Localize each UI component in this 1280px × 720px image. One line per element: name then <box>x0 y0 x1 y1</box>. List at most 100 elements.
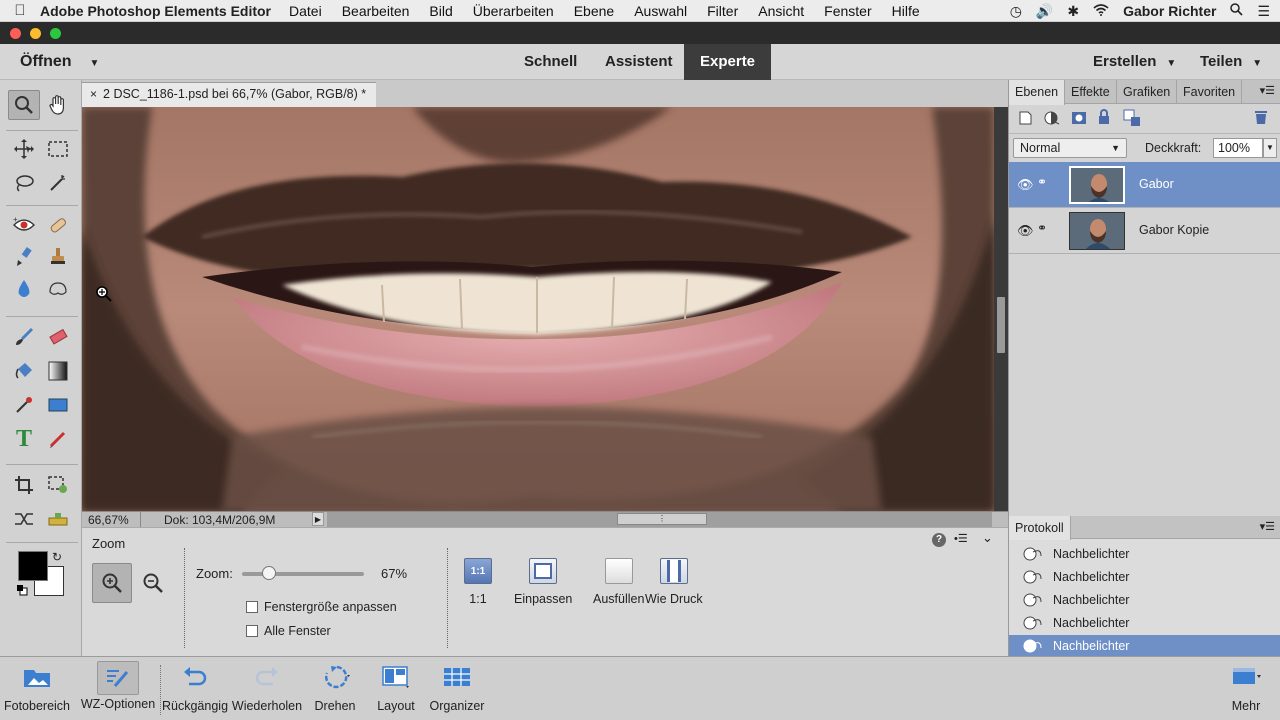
redo-button[interactable]: Wiederholen <box>230 657 304 720</box>
status-menu-arrow-icon[interactable]: ▶ <box>312 512 324 526</box>
opacity-input[interactable]: 100% <box>1213 138 1263 158</box>
hand-tool[interactable] <box>42 90 74 120</box>
layer-name[interactable]: Gabor Kopie <box>1139 223 1209 237</box>
fit-screen-button[interactable]: Einpassen <box>514 558 572 606</box>
notification-center-icon[interactable]: ☰ <box>1257 3 1270 20</box>
all-windows-checkbox[interactable]: Alle Fenster <box>246 624 331 638</box>
help-icon[interactable]: ? <box>932 533 946 547</box>
visibility-eye-icon[interactable]: 👁 <box>1017 177 1034 193</box>
shape-tool[interactable] <box>42 390 74 420</box>
minimize-window-button[interactable] <box>30 28 41 39</box>
layer-row-gabor-kopie[interactable]: 👁 ⚭ Gabor Kopie <box>1009 208 1280 254</box>
eraser-tool[interactable] <box>42 322 74 352</box>
vertical-scroll-thumb[interactable] <box>997 297 1005 353</box>
tab-schnell[interactable]: Schnell <box>508 44 593 80</box>
fit-window-checkbox[interactable]: Fenstergröße anpassen <box>246 600 397 614</box>
menu-bild[interactable]: Bild <box>429 3 452 19</box>
link-icon[interactable]: ⚭ <box>1037 221 1047 235</box>
default-colors-icon[interactable] <box>16 584 28 596</box>
tool-options-button[interactable]: WZ-Optionen <box>76 657 160 720</box>
fit-window-checkbox-box[interactable] <box>246 601 258 613</box>
zoom-window-button[interactable] <box>50 28 61 39</box>
zoom-slider-knob[interactable] <box>261 566 276 580</box>
lock-transparent-icon[interactable] <box>1097 109 1111 128</box>
link-icon[interactable]: ⚭ <box>1037 175 1047 189</box>
tab-protokoll[interactable]: Protokoll <box>1009 516 1071 540</box>
layer-name[interactable]: Gabor <box>1139 177 1174 191</box>
all-windows-checkbox-box[interactable] <box>246 625 258 637</box>
options-menu-icon[interactable]: •☰ <box>954 532 968 545</box>
menu-ansicht[interactable]: Ansicht <box>758 3 804 19</box>
collapse-options-icon[interactable]: ⌄ <box>982 530 993 546</box>
content-aware-move-tool[interactable] <box>8 504 40 534</box>
clone-stamp-tool[interactable] <box>42 242 74 272</box>
volume-icon[interactable]: 🔊 <box>1036 3 1053 20</box>
document-tab[interactable]: × 2 DSC_1186-1.psd bei 66,7% (Gabor, RGB/… <box>82 82 376 107</box>
pencil-tool[interactable] <box>42 424 74 454</box>
visibility-eye-icon[interactable]: 👁 <box>1017 223 1034 239</box>
tab-favoriten[interactable]: Favoriten <box>1177 80 1243 104</box>
zoom-out-mode-button[interactable] <box>136 566 170 600</box>
zoom-in-mode-button[interactable] <box>92 563 132 603</box>
menu-filter[interactable]: Filter <box>707 3 738 19</box>
move-tool[interactable] <box>8 134 40 164</box>
panel-menu-icon[interactable]: ▾☰ <box>1260 84 1275 97</box>
undo-button[interactable]: Rückgängig <box>162 657 228 720</box>
delete-layer-icon[interactable] <box>1254 109 1268 128</box>
adjustment-layer-icon[interactable] <box>1043 110 1061 129</box>
sponge-tool[interactable] <box>42 274 74 304</box>
spotlight-search-icon[interactable] <box>1230 3 1244 19</box>
close-icon[interactable]: × <box>90 87 97 101</box>
tab-effekte[interactable]: Effekte <box>1065 80 1117 104</box>
lasso-tool[interactable] <box>8 168 40 198</box>
bluetooth-icon[interactable]: ✱ <box>1067 3 1079 20</box>
menu-auswahl[interactable]: Auswahl <box>634 3 687 19</box>
type-tool[interactable]: T <box>8 424 40 454</box>
paint-bucket-tool[interactable] <box>8 356 40 386</box>
print-size-button[interactable]: Wie Druck <box>645 558 703 606</box>
organizer-button[interactable]: Organizer <box>426 657 488 720</box>
layer-row-gabor[interactable]: 👁 ⚭ Gabor <box>1009 162 1280 208</box>
close-window-button[interactable] <box>10 28 21 39</box>
photo-bin-button[interactable]: Fotobereich <box>4 657 70 720</box>
share-button[interactable]: Teilen ▼ <box>1200 53 1262 70</box>
lock-all-icon[interactable] <box>1123 109 1141 130</box>
rotate-button[interactable]: Drehen <box>308 657 362 720</box>
smart-brush-tool[interactable] <box>8 242 40 272</box>
panel-menu-icon[interactable]: ▾☰ <box>1260 520 1275 533</box>
image-canvas[interactable] <box>82 107 994 511</box>
quick-selection-tool[interactable] <box>42 168 74 198</box>
history-item[interactable]: Nachbelichter <box>1009 612 1280 635</box>
zoom-slider[interactable] <box>242 566 364 580</box>
menu-hilfe[interactable]: Hilfe <box>892 3 920 19</box>
menu-bearbeiten[interactable]: Bearbeiten <box>342 3 410 19</box>
zoom-level-readout[interactable]: 66,67% <box>88 513 129 527</box>
user-name[interactable]: Gabor Richter <box>1123 3 1216 19</box>
fill-screen-button[interactable]: Ausfüllen <box>593 558 644 606</box>
wifi-icon[interactable] <box>1093 3 1109 19</box>
history-item[interactable]: Nachbelichter <box>1009 566 1280 589</box>
vertical-scrollbar[interactable] <box>994 107 1008 511</box>
horizontal-scrollbar[interactable]: ⋮ <box>327 512 992 527</box>
time-machine-icon[interactable]: ◷ <box>1010 3 1022 20</box>
layout-button[interactable]: Layout <box>372 657 420 720</box>
zoom-tool[interactable] <box>8 90 40 120</box>
red-eye-tool[interactable]: + <box>8 210 40 240</box>
swap-colors-icon[interactable]: ↻ <box>52 550 62 564</box>
tab-experte[interactable]: Experte <box>684 44 772 80</box>
create-button[interactable]: Erstellen ▼ <box>1093 53 1176 70</box>
tab-grafiken[interactable]: Grafiken <box>1117 80 1178 104</box>
history-item[interactable]: Nachbelichter <box>1009 543 1280 566</box>
blend-mode-select[interactable]: Normal ▼ <box>1013 138 1127 158</box>
tab-ebenen[interactable]: Ebenen <box>1009 80 1066 105</box>
tab-assistent[interactable]: Assistent <box>589 44 689 80</box>
menu-datei[interactable]: Datei <box>289 3 322 19</box>
opacity-dropdown-button[interactable]: ▼ <box>1263 138 1277 158</box>
apple-icon[interactable]:  <box>0 2 40 19</box>
actual-pixels-button[interactable]: 1:1 1:1 <box>464 558 492 606</box>
menu-ueberarbeiten[interactable]: Überarbeiten <box>473 3 554 19</box>
rectangular-marquee-tool[interactable] <box>42 134 74 164</box>
brush-tool[interactable] <box>8 322 40 352</box>
new-layer-icon[interactable] <box>1017 110 1033 129</box>
eyedropper-tool[interactable] <box>8 390 40 420</box>
